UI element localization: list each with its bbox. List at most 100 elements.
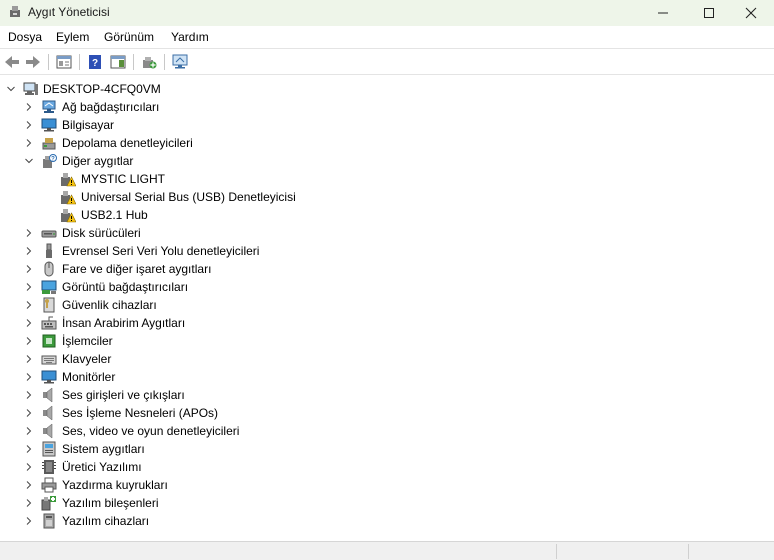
chevron-right-icon[interactable] bbox=[24, 498, 34, 508]
minimize-button[interactable] bbox=[640, 0, 686, 26]
tree-category[interactable]: ? Diğer aygıtlar bbox=[0, 152, 774, 170]
tree-category-label: Ses, video ve oyun denetleyicileri bbox=[62, 424, 240, 438]
tree-category[interactable]: Üretici Yazılımı bbox=[0, 458, 774, 476]
tree-category[interactable]: İşlemciler bbox=[0, 332, 774, 350]
action-pane-icon bbox=[110, 55, 126, 69]
toolbar-separator bbox=[79, 54, 80, 70]
monitor-icon bbox=[41, 370, 57, 384]
close-button[interactable] bbox=[728, 0, 774, 26]
forward-button[interactable] bbox=[24, 53, 42, 71]
tree-category[interactable]: Yazılım cihazları bbox=[0, 512, 774, 530]
tree-category-label: Sistem aygıtları bbox=[62, 442, 145, 456]
chevron-right-icon[interactable] bbox=[24, 354, 34, 364]
other-devices-icon: ? bbox=[43, 154, 57, 168]
tree-category-label: Güvenlik cihazları bbox=[62, 298, 157, 312]
menu-bar: Dosya Eylem Görünüm Yardım bbox=[0, 26, 774, 48]
computer-monitor-icon bbox=[41, 118, 57, 132]
tree-category[interactable]: Görüntü bağdaştırıcıları bbox=[0, 278, 774, 296]
chevron-right-icon[interactable] bbox=[24, 264, 34, 274]
tree-category-label: Yazılım bileşenleri bbox=[62, 496, 159, 510]
display-adapter-icon bbox=[41, 280, 57, 294]
speaker-icon bbox=[43, 387, 53, 403]
tree-category[interactable]: Ses, video ve oyun denetleyicileri bbox=[0, 422, 774, 440]
update-driver-button[interactable] bbox=[140, 53, 158, 71]
tree-device-label: Universal Serial Bus (USB) Denetleyicisi bbox=[81, 190, 296, 204]
tree-category[interactable]: Evrensel Seri Veri Yolu denetleyicileri bbox=[0, 242, 774, 260]
tree-category[interactable]: Ses İşleme Nesneleri (APOs) bbox=[0, 404, 774, 422]
tree-category[interactable]: Ağ bağdaştırıcıları bbox=[0, 98, 774, 116]
maximize-icon bbox=[704, 8, 714, 18]
tree-device[interactable]: USB2.1 Hub bbox=[0, 206, 774, 224]
tree-category[interactable]: İnsan Arabirim Aygıtları bbox=[0, 314, 774, 332]
tree-category[interactable]: Yazılım bileşenleri bbox=[0, 494, 774, 512]
tree-device[interactable]: MYSTIC LIGHT bbox=[0, 170, 774, 188]
menu-dosya[interactable]: Dosya bbox=[8, 30, 42, 44]
tree-category[interactable]: Klavyeler bbox=[0, 350, 774, 368]
chevron-right-icon[interactable] bbox=[24, 444, 34, 454]
tree-category[interactable]: Disk sürücüleri bbox=[0, 224, 774, 242]
chevron-right-icon[interactable] bbox=[24, 336, 34, 346]
minimize-icon bbox=[658, 12, 668, 14]
help-button[interactable]: ? bbox=[86, 53, 104, 71]
tree-category[interactable]: Depolama denetleyicileri bbox=[0, 134, 774, 152]
tree-category-label: Yazdırma kuyrukları bbox=[62, 478, 168, 492]
tree-category-label: İnsan Arabirim Aygıtları bbox=[62, 316, 186, 330]
chevron-right-icon[interactable] bbox=[24, 408, 34, 418]
chevron-right-icon[interactable] bbox=[24, 462, 34, 472]
chevron-right-icon[interactable] bbox=[24, 372, 34, 382]
chevron-right-icon[interactable] bbox=[24, 426, 34, 436]
firmware-icon bbox=[42, 460, 56, 474]
tree-category[interactable]: Ses girişleri ve çıkışları bbox=[0, 386, 774, 404]
tree-category[interactable]: Bilgisayar bbox=[0, 116, 774, 134]
chevron-down-icon[interactable] bbox=[24, 156, 34, 166]
network-adapter-icon bbox=[42, 100, 56, 113]
tree-device[interactable]: Universal Serial Bus (USB) Denetleyicisi bbox=[0, 188, 774, 206]
tree-root-label: DESKTOP-4CFQ0VM bbox=[43, 82, 161, 96]
scan-hardware-button[interactable] bbox=[171, 53, 189, 71]
chevron-right-icon[interactable] bbox=[24, 318, 34, 328]
tree-category[interactable]: Sistem aygıtları bbox=[0, 440, 774, 458]
chevron-down-icon[interactable] bbox=[6, 84, 16, 94]
chevron-right-icon[interactable] bbox=[24, 120, 34, 130]
chevron-right-icon[interactable] bbox=[24, 228, 34, 238]
tree-category-label: Görüntü bağdaştırıcıları bbox=[62, 280, 189, 294]
menu-gorunum[interactable]: Görünüm bbox=[104, 30, 154, 44]
chevron-right-icon[interactable] bbox=[24, 516, 34, 526]
disk-drive-icon bbox=[41, 230, 57, 238]
tree-category[interactable]: Monitörler bbox=[0, 368, 774, 386]
menu-yardim[interactable]: Yardım bbox=[171, 30, 209, 44]
chevron-right-icon[interactable] bbox=[24, 102, 34, 112]
window-title: Aygıt Yöneticisi bbox=[28, 5, 110, 19]
processor-icon bbox=[42, 334, 56, 348]
tree-category-label: Evrensel Seri Veri Yolu denetleyicileri bbox=[62, 244, 260, 258]
tree-category[interactable]: Güvenlik cihazları bbox=[0, 296, 774, 314]
chevron-right-icon[interactable] bbox=[24, 138, 34, 148]
back-arrow-icon bbox=[5, 56, 19, 68]
menu-eylem[interactable]: Eylem bbox=[56, 30, 89, 44]
storage-controller-icon bbox=[42, 138, 56, 150]
properties-button[interactable] bbox=[55, 53, 73, 71]
properties-icon bbox=[56, 55, 72, 69]
tree-category-label: Bilgisayar bbox=[62, 118, 115, 132]
toolbar: ? bbox=[0, 48, 774, 75]
speaker-icon bbox=[43, 405, 53, 421]
chevron-right-icon[interactable] bbox=[24, 282, 34, 292]
tree-root[interactable]: DESKTOP-4CFQ0VM bbox=[0, 80, 774, 98]
tree-category[interactable]: Yazdırma kuyrukları bbox=[0, 476, 774, 494]
chevron-right-icon[interactable] bbox=[24, 480, 34, 490]
chevron-right-icon[interactable] bbox=[24, 390, 34, 400]
warning-device-icon bbox=[61, 173, 76, 187]
help-icon: ? bbox=[89, 55, 101, 69]
action-pane-button[interactable] bbox=[109, 53, 127, 71]
update-driver-icon bbox=[143, 57, 157, 69]
maximize-button[interactable] bbox=[686, 0, 732, 26]
back-button[interactable] bbox=[3, 53, 21, 71]
chevron-right-icon[interactable] bbox=[24, 246, 34, 256]
computer-icon bbox=[23, 82, 38, 95]
svg-text:?: ? bbox=[92, 58, 98, 69]
keyboard-icon bbox=[41, 355, 57, 365]
chevron-right-icon[interactable] bbox=[24, 300, 34, 310]
tree-category[interactable]: Fare ve diğer işaret aygıtları bbox=[0, 260, 774, 278]
tree-category-label: Klavyeler bbox=[62, 352, 112, 366]
tree-category-label: Üretici Yazılımı bbox=[62, 460, 142, 474]
